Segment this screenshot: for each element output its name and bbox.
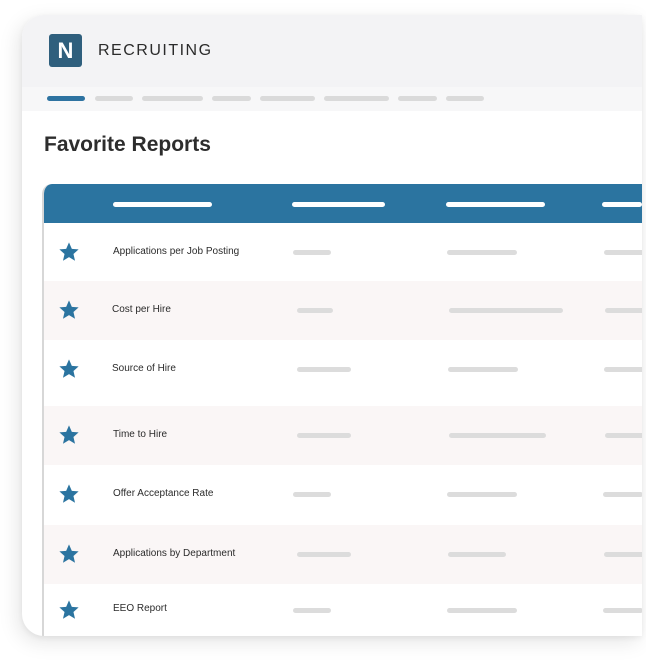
placeholder-cell <box>297 308 333 313</box>
app-title: RECRUITING <box>98 42 213 59</box>
reports-table: Applications per Job Posting Cost per Hi… <box>42 184 642 636</box>
app-window: N RECRUITING Favorite Reports Applicatio… <box>22 15 642 636</box>
tab-5[interactable] <box>260 96 315 101</box>
column-header-3[interactable] <box>446 202 545 207</box>
placeholder-cell <box>605 308 642 313</box>
placeholder-cell <box>448 552 506 557</box>
report-name[interactable]: Time to Hire <box>113 428 167 442</box>
report-name[interactable]: Offer Acceptance Rate <box>113 487 213 501</box>
placeholder-cell <box>448 367 518 372</box>
table-row[interactable]: Offer Acceptance Rate <box>44 465 642 525</box>
placeholder-cell <box>293 492 331 497</box>
star-icon[interactable] <box>58 424 80 446</box>
placeholder-cell <box>293 250 331 255</box>
placeholder-cell <box>297 433 351 438</box>
placeholder-cell <box>603 608 642 613</box>
report-name[interactable]: Source of Hire <box>112 362 176 376</box>
table-row[interactable]: EEO Report <box>44 584 642 636</box>
placeholder-cell <box>447 250 517 255</box>
app-header: N RECRUITING <box>22 15 642 87</box>
placeholder-cell <box>297 552 351 557</box>
tab-3[interactable] <box>142 96 203 101</box>
star-icon[interactable] <box>58 599 80 621</box>
page-title: Favorite Reports <box>44 133 211 156</box>
column-header-name[interactable] <box>113 202 212 207</box>
table-row[interactable]: Source of Hire <box>44 340 642 406</box>
tab-8[interactable] <box>446 96 484 101</box>
table-header <box>44 184 642 223</box>
report-name[interactable]: Applications per Job Posting <box>113 245 239 259</box>
placeholder-cell <box>603 492 642 497</box>
placeholder-cell <box>449 433 546 438</box>
star-icon[interactable] <box>58 543 80 565</box>
star-icon[interactable] <box>58 299 80 321</box>
tab-4[interactable] <box>212 96 251 101</box>
star-icon[interactable] <box>58 241 80 263</box>
table-row[interactable]: Cost per Hire <box>44 281 642 340</box>
placeholder-cell <box>604 552 642 557</box>
tab-2[interactable] <box>95 96 133 101</box>
table-row[interactable]: Applications per Job Posting <box>44 223 642 281</box>
placeholder-cell <box>605 433 642 438</box>
report-name[interactable]: Applications by Department <box>113 547 235 561</box>
app-logo: N <box>49 34 82 67</box>
placeholder-cell <box>447 608 517 613</box>
star-icon[interactable] <box>58 358 80 380</box>
placeholder-cell <box>447 492 517 497</box>
column-header-4[interactable] <box>602 202 642 207</box>
placeholder-cell <box>604 250 642 255</box>
placeholder-cell <box>449 308 563 313</box>
tab-1[interactable] <box>47 96 85 101</box>
placeholder-cell <box>297 367 351 372</box>
tab-7[interactable] <box>398 96 437 101</box>
report-name[interactable]: Cost per Hire <box>112 303 171 317</box>
star-icon[interactable] <box>58 483 80 505</box>
placeholder-cell <box>293 608 331 613</box>
column-header-2[interactable] <box>292 202 385 207</box>
report-name[interactable]: EEO Report <box>113 602 167 616</box>
table-row[interactable]: Time to Hire <box>44 406 642 465</box>
placeholder-cell <box>604 367 642 372</box>
tab-6[interactable] <box>324 96 389 101</box>
table-row[interactable]: Applications by Department <box>44 525 642 584</box>
